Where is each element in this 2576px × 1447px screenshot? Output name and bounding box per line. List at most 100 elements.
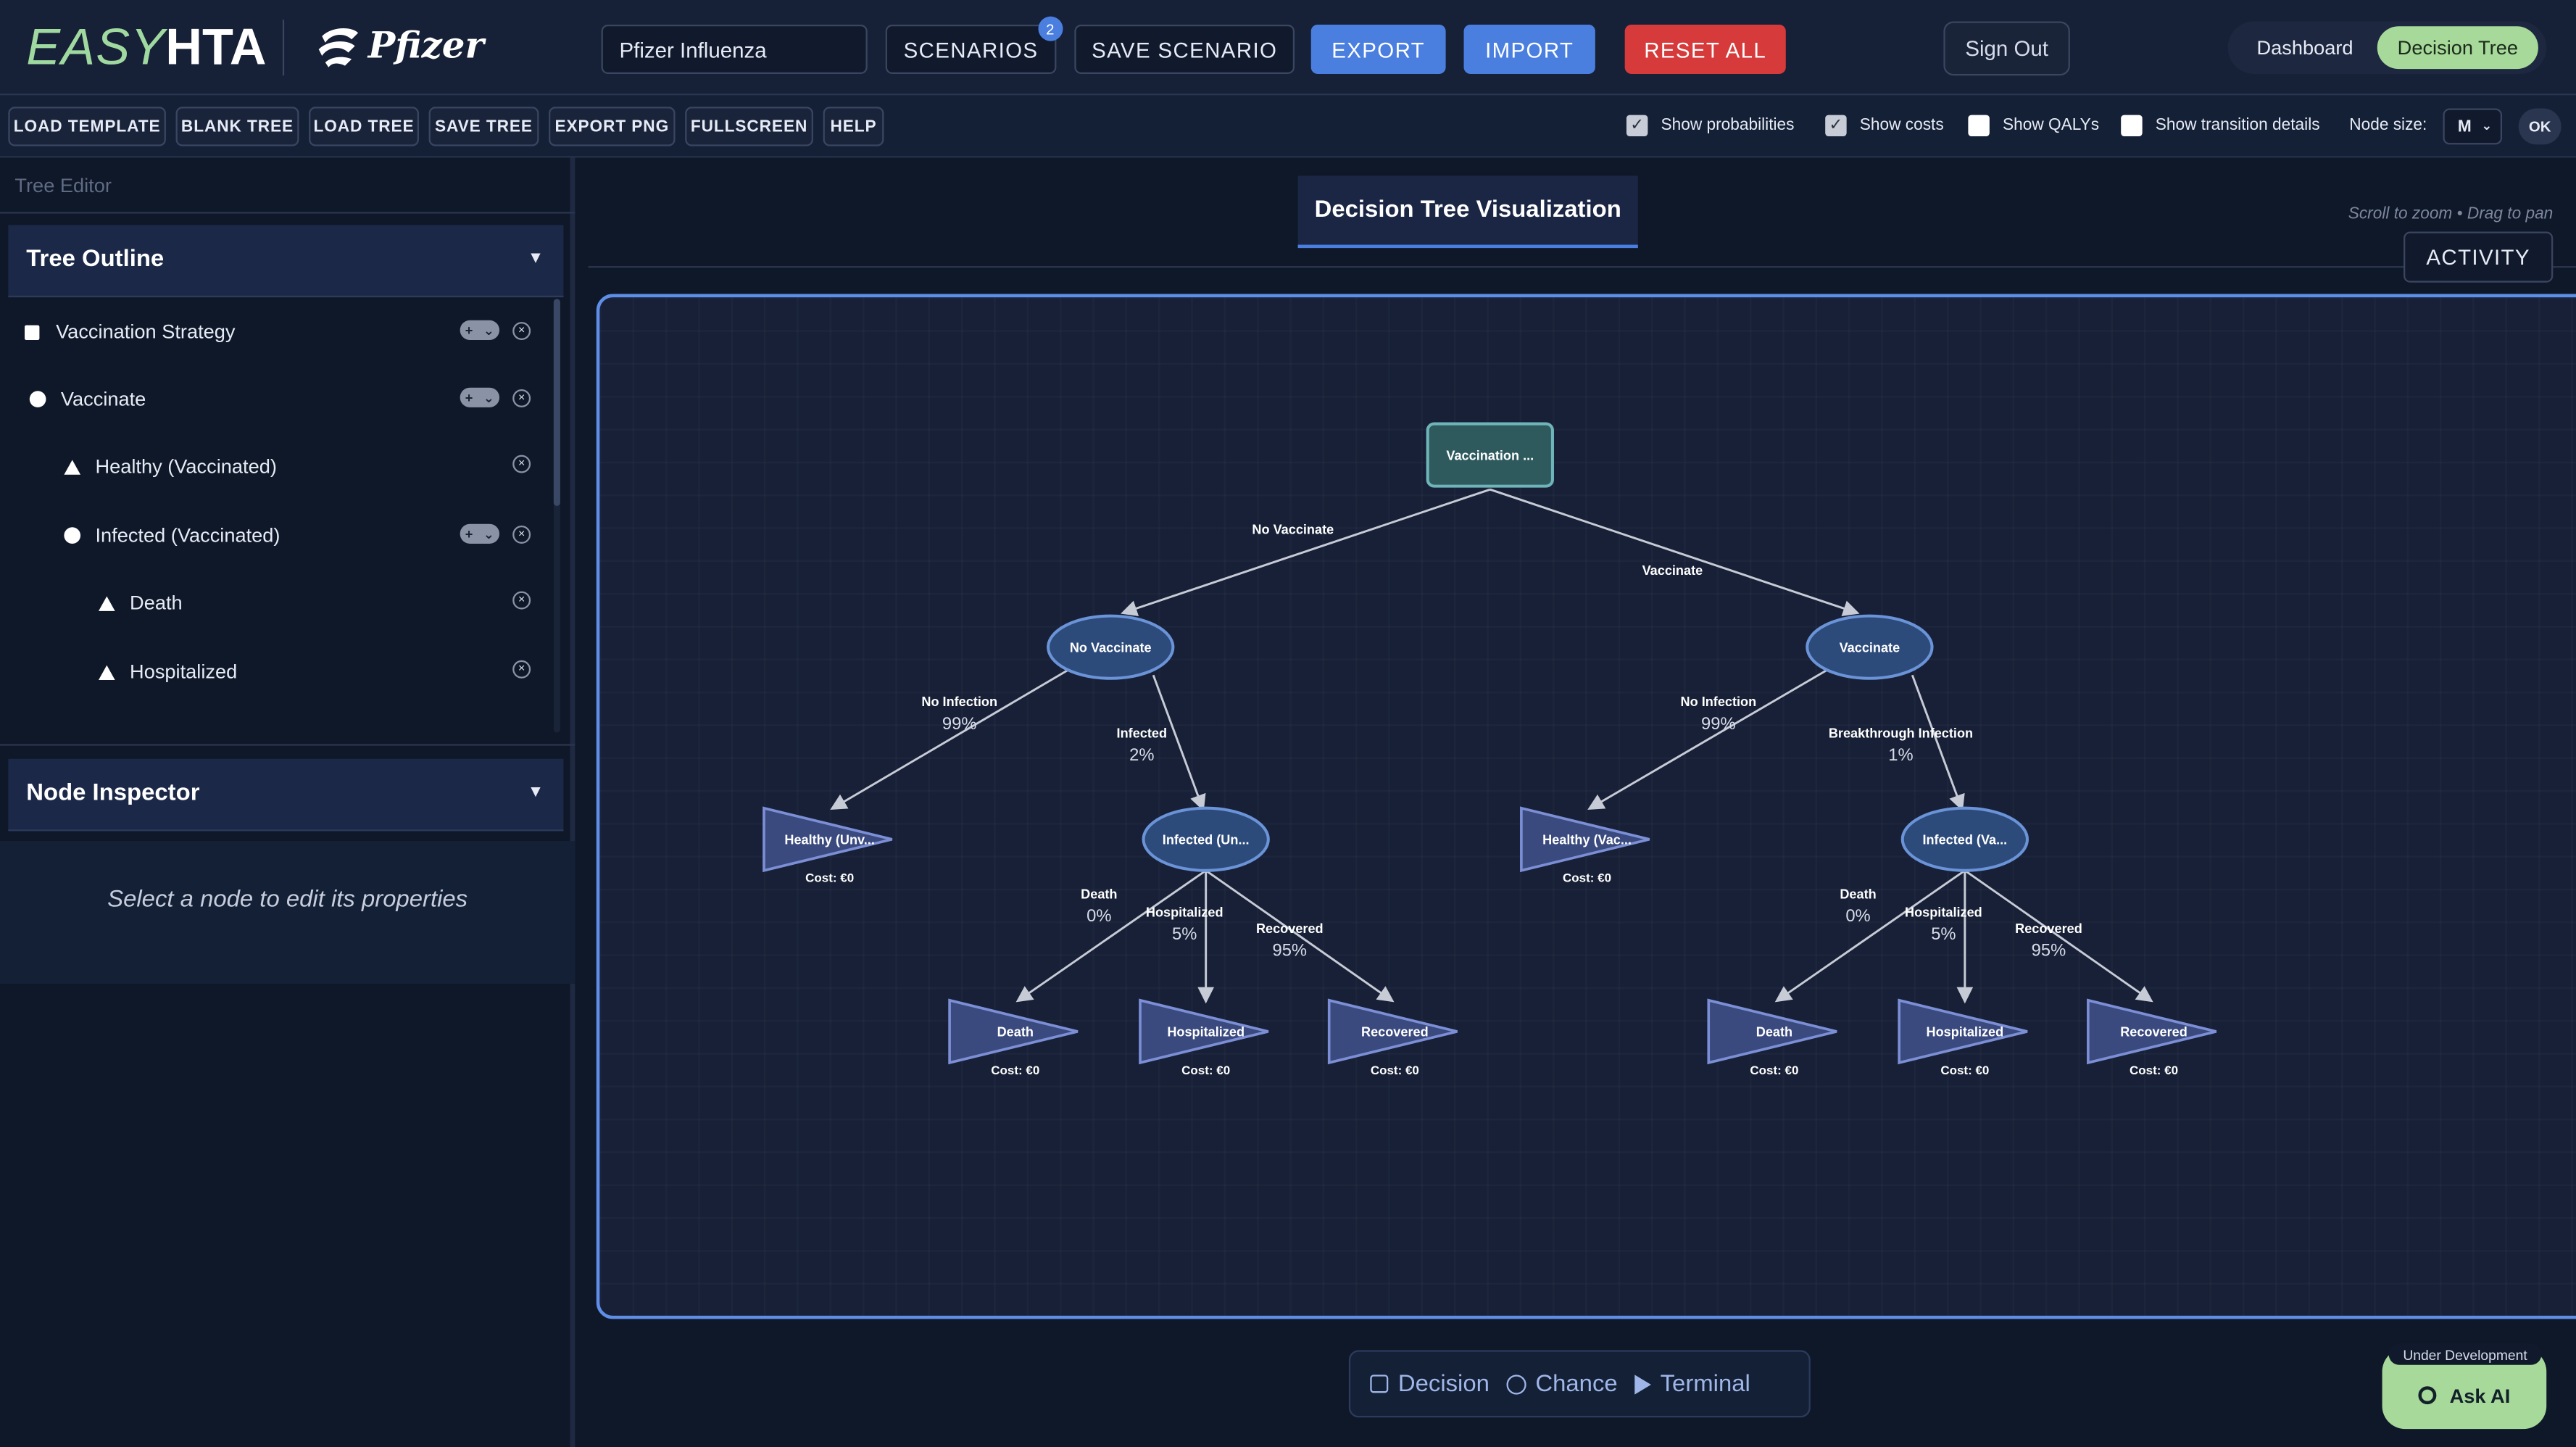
delete-node-button[interactable]: × [512, 388, 531, 407]
decision-node-root[interactable]: Vaccination ... [1426, 422, 1554, 488]
view-toggle: Dashboard Decision Tree [2227, 21, 2547, 74]
terminal-node[interactable]: Recovered Cost: €0 [1327, 998, 1458, 1077]
activity-button[interactable]: ACTIVITY [2403, 231, 2554, 283]
show-qalys-checkbox[interactable] [1968, 115, 1990, 137]
terminal-node[interactable]: Hospitalized Cost: €0 [1139, 998, 1269, 1077]
branch-probability: 99% [942, 714, 977, 734]
terminal-node[interactable]: Death Cost: €0 [1707, 998, 1837, 1077]
terminal-node[interactable]: Recovered Cost: €0 [2087, 998, 2217, 1077]
branch-line [830, 669, 1069, 810]
branch-label: Infected [1117, 726, 1167, 740]
terminal-cost-label: Cost: €0 [991, 1064, 1039, 1077]
decision-tree-svg[interactable]: No Vaccinate Vaccinate No Infection 99% Infe… [599, 297, 2576, 1319]
terminal-node[interactable]: Death Cost: €0 [948, 998, 1079, 1077]
outline-item-healthy-vaccinated[interactable]: Healthy (Vaccinated) × [8, 441, 550, 491]
node-size-ok-button[interactable]: OK [2518, 108, 2562, 145]
import-button[interactable]: IMPORT [1463, 24, 1595, 74]
outline-item-death[interactable]: Death × [8, 579, 550, 628]
help-button[interactable]: HELP [823, 107, 884, 146]
outline-scroll-thumb[interactable] [553, 299, 560, 506]
show-probabilities-checkbox[interactable] [1626, 115, 1648, 137]
save-tree-button[interactable]: SAVE TREE [428, 107, 539, 146]
add-child-button[interactable]: + ⌄ [460, 320, 500, 340]
branch-line [1121, 488, 1491, 617]
scenarios-button[interactable]: SCENARIOS 2 [885, 16, 1063, 74]
delete-node-button[interactable]: × [512, 591, 531, 610]
delete-node-button[interactable]: × [512, 524, 531, 543]
terminal-cost-label: Cost: €0 [2130, 1064, 2178, 1077]
tree-canvas[interactable]: No Vaccinate Vaccinate No Infection 99% Infe… [596, 294, 2576, 1319]
branch-label: Recovered [1256, 921, 1324, 936]
add-child-button[interactable]: + ⌄ [460, 387, 500, 407]
show-probabilities-toggle[interactable]: Show probabilities [1626, 115, 1795, 137]
legend-chance-label: Chance [1535, 1370, 1618, 1397]
blank-tree-button[interactable]: BLANK TREE [175, 107, 299, 146]
show-transition-details-toggle[interactable]: Show transition details [2121, 115, 2320, 137]
terminal-node[interactable]: Healthy (Vac... Cost: €0 [1520, 806, 1650, 885]
branch-probability: 95% [1272, 941, 1307, 961]
zoom-pan-hint: Scroll to zoom • Drag to pan [2348, 205, 2554, 224]
decision-square-icon [1370, 1375, 1389, 1393]
tab-decision-tree-visualization[interactable]: Decision Tree Visualization [1297, 175, 1638, 249]
terminal-node-label: Recovered [2120, 1025, 2187, 1040]
scenario-name-input[interactable] [601, 24, 868, 74]
legend-terminal: Terminal [1634, 1371, 1750, 1397]
branch-line [1489, 488, 1860, 617]
terminal-node-icon [98, 595, 115, 610]
node-inspector-header[interactable]: Node Inspector ▼ [8, 758, 564, 832]
delete-node-button[interactable]: × [512, 320, 531, 339]
fullscreen-button[interactable]: FULLSCREEN [685, 107, 813, 146]
collapse-caret-icon[interactable]: ▼ [528, 249, 544, 268]
outline-item-infected-vaccinated[interactable]: Infected (Vaccinated) + ⌄ × [8, 511, 550, 560]
terminal-node-label: Death [1756, 1025, 1792, 1040]
branch-label: No Vaccinate [1252, 522, 1334, 536]
terminal-node-icon [64, 459, 81, 474]
terminal-cost-label: Cost: €0 [1563, 871, 1611, 885]
reset-all-button[interactable]: RESET ALL [1624, 24, 1786, 74]
chance-node[interactable]: Infected (Un... [1142, 806, 1270, 872]
delete-node-button[interactable]: × [512, 660, 531, 679]
outline-item-label: Infected (Vaccinated) [95, 523, 281, 547]
branch-label: Recovered [2015, 921, 2082, 936]
delete-node-button[interactable]: × [512, 455, 531, 473]
terminal-node[interactable]: Healthy (Unv... Cost: €0 [763, 806, 893, 885]
outline-scrollbar[interactable] [553, 299, 560, 733]
chance-node-icon [64, 527, 81, 544]
load-tree-button[interactable]: LOAD TREE [309, 107, 419, 146]
terminal-cost-label: Cost: €0 [1940, 1064, 1989, 1077]
node-size-select[interactable]: M ⌄ [2443, 108, 2503, 145]
show-qalys-toggle[interactable]: Show QALYs [1968, 115, 2099, 137]
pfizer-wordmark: Pfizer [367, 24, 484, 67]
show-costs-toggle[interactable]: Show costs [1825, 115, 1944, 137]
node-inspector-title: Node Inspector [26, 780, 200, 807]
terminal-node-label: Death [997, 1025, 1034, 1040]
sign-out-button[interactable]: Sign Out [1943, 21, 2070, 76]
branch-probability: 95% [2032, 941, 2066, 961]
terminal-node[interactable]: Hospitalized Cost: €0 [1898, 998, 2028, 1077]
chance-node[interactable]: Infected (Va... [1900, 806, 2029, 872]
collapse-caret-icon[interactable]: ▼ [528, 784, 544, 802]
chance-node-label: Vaccinate [1840, 640, 1900, 655]
pfizer-mark-icon [318, 28, 359, 67]
export-button[interactable]: EXPORT [1310, 24, 1446, 74]
show-costs-label: Show costs [1859, 116, 1944, 135]
show-costs-checkbox[interactable] [1825, 115, 1847, 137]
chance-node[interactable]: No Vaccinate [1047, 614, 1175, 680]
branch-probability: 0% [1087, 906, 1111, 926]
save-scenario-button[interactable]: SAVE SCENARIO [1074, 24, 1295, 74]
node-size-label: Node size: [2349, 116, 2427, 135]
show-transition-details-checkbox[interactable] [2121, 115, 2143, 137]
add-child-button[interactable]: + ⌄ [460, 523, 500, 544]
tree-outline-header[interactable]: Tree Outline ▼ [8, 225, 564, 298]
tree-outline-title: Tree Outline [26, 246, 165, 273]
export-png-button[interactable]: EXPORT PNG [549, 107, 676, 146]
view-dashboard-tab[interactable]: Dashboard [2232, 26, 2377, 69]
view-decision-tree-tab[interactable]: Decision Tree [2377, 26, 2538, 70]
load-template-button[interactable]: LOAD TEMPLATE [8, 107, 166, 146]
outline-item-hospitalized[interactable]: Hospitalized × [8, 647, 550, 697]
chance-node[interactable]: Vaccinate [1806, 614, 1934, 680]
outline-item-label: Healthy (Vaccinated) [95, 455, 277, 478]
outline-item-vaccination-strategy[interactable]: Vaccination Strategy + ⌄ × [8, 307, 550, 357]
legend-terminal-label: Terminal [1660, 1370, 1750, 1397]
outline-item-vaccinate[interactable]: Vaccinate + ⌄ × [8, 375, 550, 424]
